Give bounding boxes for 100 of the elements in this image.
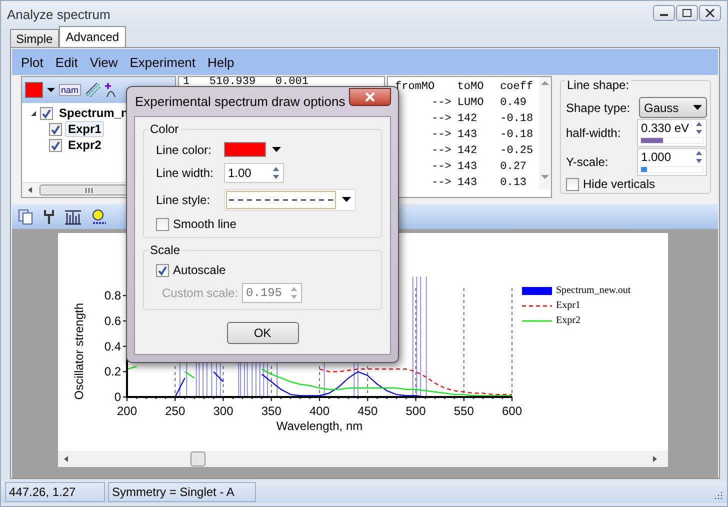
caret-icon (693, 104, 702, 110)
x-axis-label: Wavelength, nm (276, 419, 363, 433)
status-cell: Symmetry = Singlet - A (108, 482, 256, 502)
close-button[interactable] (699, 4, 721, 20)
tab[interactable]: Simple (10, 29, 59, 47)
maximize-icon (682, 8, 692, 16)
checkbox[interactable] (156, 264, 169, 276)
checkbox[interactable] (49, 138, 62, 152)
line-style-dropdown[interactable] (224, 189, 356, 211)
x-tick-label: 500 (406, 404, 426, 418)
x-tick-label: 200 (116, 404, 138, 418)
checkbox-label: Smooth line (173, 217, 236, 231)
table-cell-text: -0.18 (500, 113, 534, 125)
checkbox[interactable] (156, 218, 169, 230)
table-cell-text: --> (430, 177, 452, 189)
resize-grip-icon[interactable] (713, 490, 723, 500)
field-label: Shape type: (566, 100, 630, 114)
checkbox-label: Hide verticals (583, 177, 656, 191)
x-tick-label: 250 (165, 404, 186, 418)
copy-icon[interactable] (18, 208, 34, 224)
table-cell-text: --> (430, 161, 452, 173)
field-label: Line style: (156, 193, 212, 207)
table-cell-text: 0.13 (500, 177, 528, 189)
legend-label: Spectrum_new.out (556, 285, 631, 296)
spinner-icon[interactable] (271, 165, 281, 181)
tree-item[interactable]: Expr2 (65, 137, 104, 153)
close-button[interactable] (349, 88, 391, 106)
spinner-icon[interactable] (694, 120, 704, 136)
legend-label: Expr1 (556, 300, 580, 311)
checkbox[interactable] (40, 106, 53, 120)
shape-type-dropdown[interactable]: Gauss (639, 97, 707, 118)
checkbox-label: Autoscale (173, 263, 226, 277)
x-tick-label: 300 (213, 404, 234, 418)
x-tick-label: 400 (309, 404, 330, 418)
y-tick-label: 0.2 (104, 364, 121, 379)
y-tick-label: 0.6 (104, 314, 121, 328)
minimize-button[interactable] (653, 4, 675, 20)
caret-icon[interactable] (47, 87, 55, 93)
expand-arrow-icon[interactable] (30, 110, 37, 116)
color-swatch[interactable] (25, 82, 43, 98)
tab[interactable]: Advanced (58, 26, 126, 47)
status-cell: 447.26, 1.27 (5, 482, 105, 502)
line-width-field[interactable]: 1.00 (224, 163, 284, 183)
ok-button[interactable]: OK (226, 322, 298, 344)
caret-icon (272, 146, 281, 152)
name-label-icon[interactable]: nam (59, 84, 81, 96)
group-title: Color (148, 122, 181, 136)
column-header: toMO (457, 81, 485, 93)
x-tick-label: 350 (261, 404, 282, 418)
table-cell-text: -0.18 (500, 129, 534, 141)
table-cell-text: 143 (457, 177, 478, 189)
half-width-field[interactable]: 0.330 eV (637, 119, 707, 147)
y-scale-field[interactable]: 1.000 (637, 148, 707, 176)
table-cell-text: 143 (457, 161, 478, 173)
field-label: Line width: (156, 166, 214, 180)
horizontal-scrollbar[interactable] (58, 451, 668, 467)
table-cell-text: --> (430, 113, 452, 125)
zoom-percent-icon[interactable] (90, 208, 108, 224)
tree-item[interactable]: Expr1 (65, 121, 104, 137)
field-label: Custom scale: (162, 286, 240, 300)
transition-row[interactable]: 1 510.939 0.001 (183, 77, 380, 88)
y-tick-label: 0.8 (104, 288, 121, 303)
y-tick-label: 0.4 (104, 339, 121, 354)
x-tick-label: 600 (502, 404, 522, 418)
close-icon (364, 92, 376, 102)
menu-item[interactable]: View (90, 54, 118, 70)
group-title: Scale (148, 243, 182, 257)
checkbox[interactable] (49, 122, 62, 136)
lines-icon[interactable] (84, 82, 101, 98)
table-cell-text: 0.49 (500, 97, 528, 109)
x-tick-label: 450 (358, 404, 378, 418)
table-cell-text: --> (430, 145, 452, 157)
table-cell-text: --> (430, 129, 452, 141)
dialog-title: Experimental spectrum draw options (135, 94, 346, 109)
menu-item[interactable]: Edit (55, 54, 78, 70)
vertical-scrollbar[interactable] (539, 77, 551, 189)
bar-chart-icon[interactable] (64, 208, 82, 224)
wrench-icon[interactable] (42, 208, 56, 224)
table-cell-text: --> (430, 97, 452, 109)
window-title: Analyze spectrum (7, 7, 110, 22)
column-header: coeff (500, 81, 534, 93)
y-tick-label: 0 (114, 390, 121, 404)
group-title: Line shape: (565, 78, 632, 92)
x-tick-label: 550 (454, 404, 474, 418)
menu-item[interactable]: Help (208, 54, 234, 70)
field-label: half-width: (566, 126, 621, 140)
field-label: Line color: (156, 142, 212, 156)
table-cell-text: 142 (457, 145, 478, 157)
table-cell-text: LUMO (457, 97, 485, 109)
maximize-button[interactable] (676, 4, 698, 20)
menu-item[interactable]: Plot (21, 54, 44, 70)
legend-label: Expr2 (556, 315, 580, 326)
y-axis-label: Oscillator strength (72, 303, 86, 400)
table-cell-text: 143 (457, 129, 478, 141)
checkbox[interactable] (566, 178, 579, 190)
spinner-icon[interactable] (694, 149, 704, 165)
table-cell-text: 0.27 (500, 161, 528, 173)
line-color-picker[interactable] (224, 142, 281, 157)
close-icon (705, 8, 715, 16)
menu-item[interactable]: Experiment (130, 54, 196, 70)
